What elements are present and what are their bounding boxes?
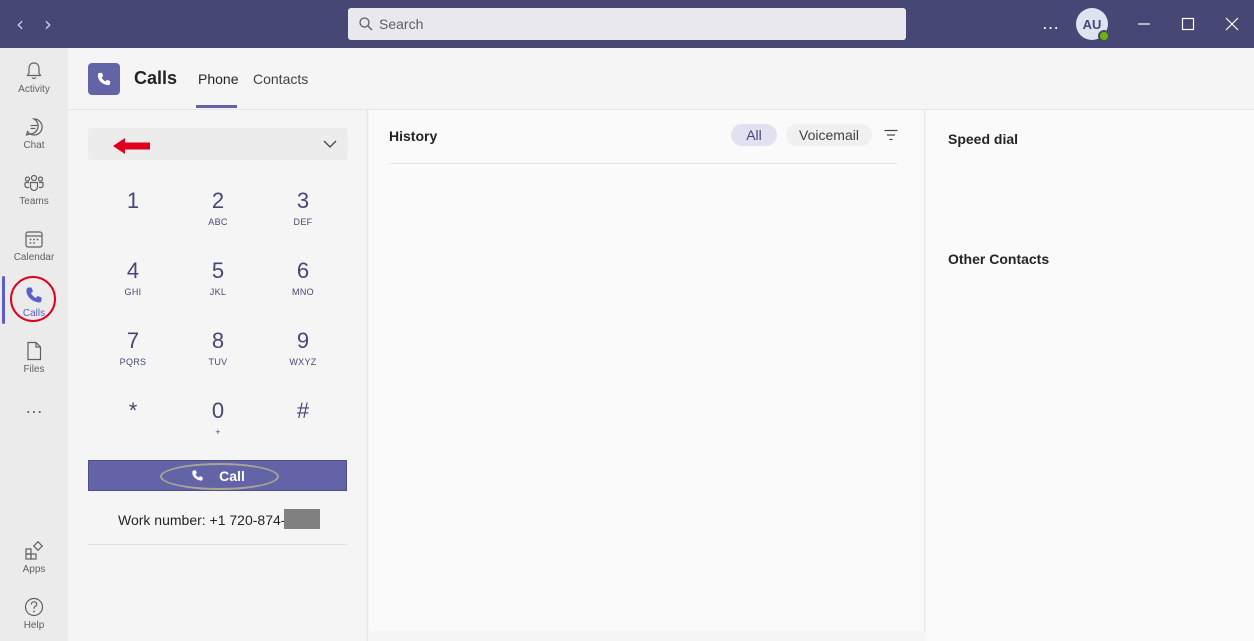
bell-icon xyxy=(26,62,42,80)
other-contacts-title: Other Contacts xyxy=(948,251,1050,267)
avatar-initials: AU xyxy=(1082,16,1102,32)
dialpad-key-7[interactable]: 7 PQRS xyxy=(98,328,168,388)
key-digit: 7 xyxy=(126,328,140,353)
redaction-block xyxy=(284,509,321,529)
dialpad-key-6[interactable]: 6 MNO xyxy=(268,258,338,318)
key-letters: DEF xyxy=(293,217,313,227)
rail-label: Calendar xyxy=(13,252,55,263)
minimize-icon[interactable] xyxy=(1134,14,1154,34)
speed-dial-pane: Speed dial Other Contacts xyxy=(926,110,1254,641)
rail-label: Help xyxy=(23,620,45,631)
key-letters: ABC xyxy=(208,217,228,227)
dialpad-key-star[interactable]: * xyxy=(98,398,168,458)
app-rail: Activity Chat Teams Calendar Calls Files… xyxy=(0,48,68,641)
rail-item-help[interactable]: Help xyxy=(0,588,68,641)
key-letters: TUV xyxy=(208,357,228,367)
rail-label: Activity xyxy=(18,84,50,95)
key-digit: # xyxy=(296,398,310,423)
filter-voicemail-button[interactable]: Voicemail xyxy=(786,124,872,146)
rail-more-apps[interactable]: … xyxy=(0,392,68,422)
key-digit: * xyxy=(128,398,138,423)
key-letters: MNO xyxy=(292,287,314,297)
divider xyxy=(88,544,347,545)
file-icon xyxy=(27,341,42,361)
speed-dial-title: Speed dial xyxy=(948,131,1019,147)
more-options-icon[interactable]: … xyxy=(1040,12,1062,34)
avatar[interactable]: AU xyxy=(1076,8,1110,42)
dial-pane: 1 2 ABC 3 DEF 4 GHI 5 JKL 6 MNO 7 PQRS 8 TUV 9 W… xyxy=(68,110,368,641)
chevron-down-icon[interactable] xyxy=(322,136,338,152)
tab-phone[interactable]: Phone xyxy=(198,71,238,87)
filter-all-button[interactable]: All xyxy=(731,124,777,146)
search-placeholder: Search xyxy=(379,16,424,32)
dialpad-key-9[interactable]: 9 WXYZ xyxy=(268,328,338,388)
rail-label: Apps xyxy=(22,564,46,575)
app-header: Calls Phone Contacts xyxy=(68,48,1254,110)
presence-available-icon xyxy=(1098,30,1110,42)
search-input[interactable]: Search xyxy=(348,8,906,40)
page-title: Calls xyxy=(134,68,178,88)
dialpad-key-2[interactable]: 2 ABC xyxy=(183,188,253,248)
rail-item-files[interactable]: Files xyxy=(0,332,68,388)
key-letters: GHI xyxy=(124,287,142,297)
dialpad-key-4[interactable]: 4 GHI xyxy=(98,258,168,318)
back-arrow-icon[interactable]: ‹ xyxy=(10,14,30,34)
key-letters: PQRS xyxy=(119,357,147,367)
key-digit: 5 xyxy=(211,258,225,283)
red-arrow-annotation xyxy=(113,138,150,154)
filter-icon[interactable] xyxy=(883,127,899,143)
key-digit: 3 xyxy=(296,188,310,213)
teams-icon xyxy=(24,174,44,192)
key-digit: 9 xyxy=(296,328,310,353)
rail-item-apps[interactable]: Apps xyxy=(0,532,68,588)
work-number: Work number: +1 720-874- xyxy=(118,509,321,529)
key-letters: WXYZ xyxy=(289,357,317,367)
search-icon xyxy=(359,17,373,31)
rail-item-teams[interactable]: Teams xyxy=(0,164,68,220)
phone-icon xyxy=(97,72,111,86)
calls-app-icon xyxy=(88,63,120,95)
dialpad-key-hash[interactable]: # xyxy=(268,398,338,458)
phone-number-input[interactable] xyxy=(88,128,348,160)
close-icon[interactable] xyxy=(1222,14,1242,34)
help-icon xyxy=(24,597,44,617)
history-pane: History All Voicemail xyxy=(369,110,925,631)
rail-label: Files xyxy=(23,364,45,375)
work-number-text: Work number: +1 720-874- xyxy=(118,512,286,528)
maximize-icon[interactable] xyxy=(1178,14,1198,34)
rail-label: Teams xyxy=(19,196,49,207)
tab-contacts[interactable]: Contacts xyxy=(253,71,308,87)
calendar-icon xyxy=(25,231,43,248)
rail-item-chat[interactable]: Chat xyxy=(0,108,68,164)
chat-icon xyxy=(25,118,43,136)
history-title: History xyxy=(389,128,438,144)
more-options-icon: … xyxy=(25,397,43,417)
dialpad-key-8[interactable]: 8 TUV xyxy=(183,328,253,388)
title-bar: ‹ › Search … AU xyxy=(0,0,1254,48)
divider xyxy=(389,163,897,164)
key-digit: 1 xyxy=(126,188,140,213)
dialpad-key-1[interactable]: 1 xyxy=(98,188,168,248)
rail-item-activity[interactable]: Activity xyxy=(0,52,68,108)
dialpad-key-0[interactable]: 0 + xyxy=(183,398,253,458)
key-letters: JKL xyxy=(209,287,227,297)
key-digit: 2 xyxy=(211,188,225,213)
rail-label: Chat xyxy=(23,140,45,151)
key-letters: + xyxy=(215,427,221,437)
key-digit: 0 xyxy=(211,398,225,423)
apps-icon xyxy=(25,540,44,560)
oval-highlight-annotation xyxy=(160,463,279,490)
red-circle-annotation xyxy=(10,276,56,322)
active-tab-indicator xyxy=(196,105,237,108)
rail-item-calendar[interactable]: Calendar xyxy=(0,220,68,276)
dialpad-key-5[interactable]: 5 JKL xyxy=(183,258,253,318)
key-digit: 4 xyxy=(126,258,140,283)
forward-arrow-icon[interactable]: › xyxy=(38,14,58,34)
dialpad-key-3[interactable]: 3 DEF xyxy=(268,188,338,248)
key-digit: 8 xyxy=(211,328,225,353)
key-digit: 6 xyxy=(296,258,310,283)
